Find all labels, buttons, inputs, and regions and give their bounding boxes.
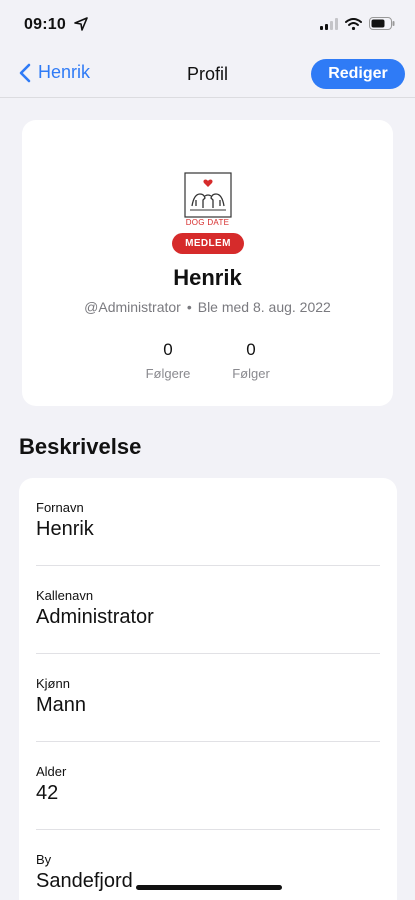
field-gender: Kjønn Mann: [36, 654, 380, 742]
battery-icon: [369, 17, 395, 30]
field-age: Alder 42: [36, 742, 380, 830]
navigation-bar: Henrik Profil Rediger: [0, 52, 415, 98]
member-badge: MEDLEM: [172, 233, 244, 254]
signal-icon: [320, 17, 338, 30]
field-value: Mann: [36, 694, 87, 716]
username: @Administrator: [84, 299, 181, 315]
profile-name: Henrik: [173, 265, 242, 290]
field-label: Kallenavn: [36, 588, 94, 603]
followers-stat[interactable]: 0 Følgere: [133, 340, 203, 381]
joined-date: Ble med 8. aug. 2022: [197, 299, 331, 315]
followers-label: Følgere: [145, 366, 191, 381]
followers-count: 0: [163, 340, 173, 359]
field-label: By: [36, 852, 52, 867]
field-value: Henrik: [36, 518, 94, 540]
dog-date-logo-icon: [184, 172, 232, 218]
field-first-name: Fornavn Henrik: [36, 478, 380, 566]
field-label: Alder: [36, 764, 67, 779]
following-stat[interactable]: 0 Følger: [216, 340, 286, 381]
section-title: Beskrivelse: [19, 434, 142, 459]
home-indicator[interactable]: [136, 885, 282, 890]
logo-text: DOG DATE: [185, 218, 230, 227]
following-label: Følger: [232, 366, 270, 381]
field-label: Kjønn: [36, 676, 70, 691]
field-nickname: Kallenavn Administrator: [36, 566, 380, 654]
wifi-icon: [345, 17, 362, 30]
field-value: Sandefjord: [36, 870, 133, 892]
status-icons: [320, 17, 395, 30]
profile-screen: 09:10 Henrik Profil Rediger DOG DATE MED…: [0, 0, 415, 900]
following-count: 0: [246, 340, 256, 359]
status-bar: 09:10: [0, 0, 415, 52]
status-time: 09:10: [24, 16, 66, 33]
location-arrow-icon: [74, 17, 88, 31]
field-value: 42: [36, 782, 59, 804]
edit-button[interactable]: Rediger: [311, 59, 405, 89]
profile-meta: @Administrator • Ble med 8. aug. 2022: [22, 299, 393, 315]
field-label: Fornavn: [36, 500, 84, 515]
details-card: Fornavn Henrik Kallenavn Administrator K…: [19, 478, 397, 900]
field-value: Administrator: [36, 606, 154, 628]
separator-dot: •: [186, 299, 192, 315]
profile-card: DOG DATE MEDLEM Henrik @Administrator • Bl…: [22, 120, 393, 406]
